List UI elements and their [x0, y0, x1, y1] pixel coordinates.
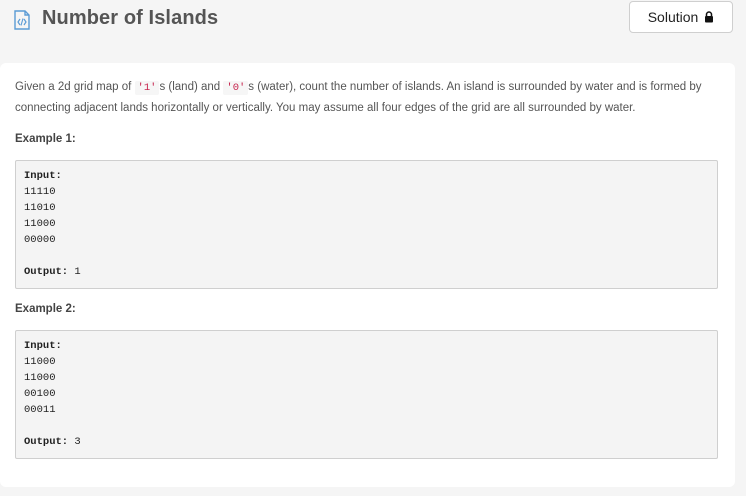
output-label: Output:: [24, 266, 69, 278]
example-1-label: Example 1:: [15, 133, 76, 145]
grid-row: 11000: [24, 356, 56, 368]
problem-description: Given a 2d grid map of '1' s (land) and '…: [15, 77, 705, 118]
input-label: Input:: [24, 170, 62, 182]
problem-header: Number of Islands Solution: [0, 0, 746, 50]
output-value: 1: [74, 266, 81, 278]
solution-button-label: Solution: [647, 9, 699, 25]
grid-row: 00011: [24, 404, 56, 416]
output-label: Output:: [24, 436, 69, 448]
inline-code-water: '0': [223, 81, 249, 95]
page-title: Number of Islands: [42, 7, 219, 29]
solution-button[interactable]: Solution: [629, 1, 733, 33]
input-label: Input:: [24, 340, 62, 352]
grid-row: 11000: [24, 372, 56, 384]
code-document-icon: [14, 10, 30, 30]
lock-icon: [705, 11, 714, 23]
grid-row: 00000: [24, 234, 56, 246]
output-value: 3: [74, 436, 81, 448]
example-2-code-block: Input: 11000 11000 00100 00011 Output: 3: [15, 330, 718, 459]
description-text: s (land) and: [159, 81, 224, 93]
output-line: Output: 1: [24, 264, 709, 280]
example-2-label: Example 2:: [15, 303, 76, 315]
grid-row: 11010: [24, 202, 56, 214]
grid-row: 00100: [24, 388, 56, 400]
output-line: Output: 3: [24, 434, 709, 450]
description-text: Given a 2d grid map of: [15, 81, 135, 93]
grid-row: 11110: [24, 186, 56, 198]
inline-code-land: '1': [134, 81, 160, 95]
example-1-code-block: Input: 11110 11010 11000 00000 Output: 1: [15, 160, 718, 289]
grid-row: 11000: [24, 218, 56, 230]
